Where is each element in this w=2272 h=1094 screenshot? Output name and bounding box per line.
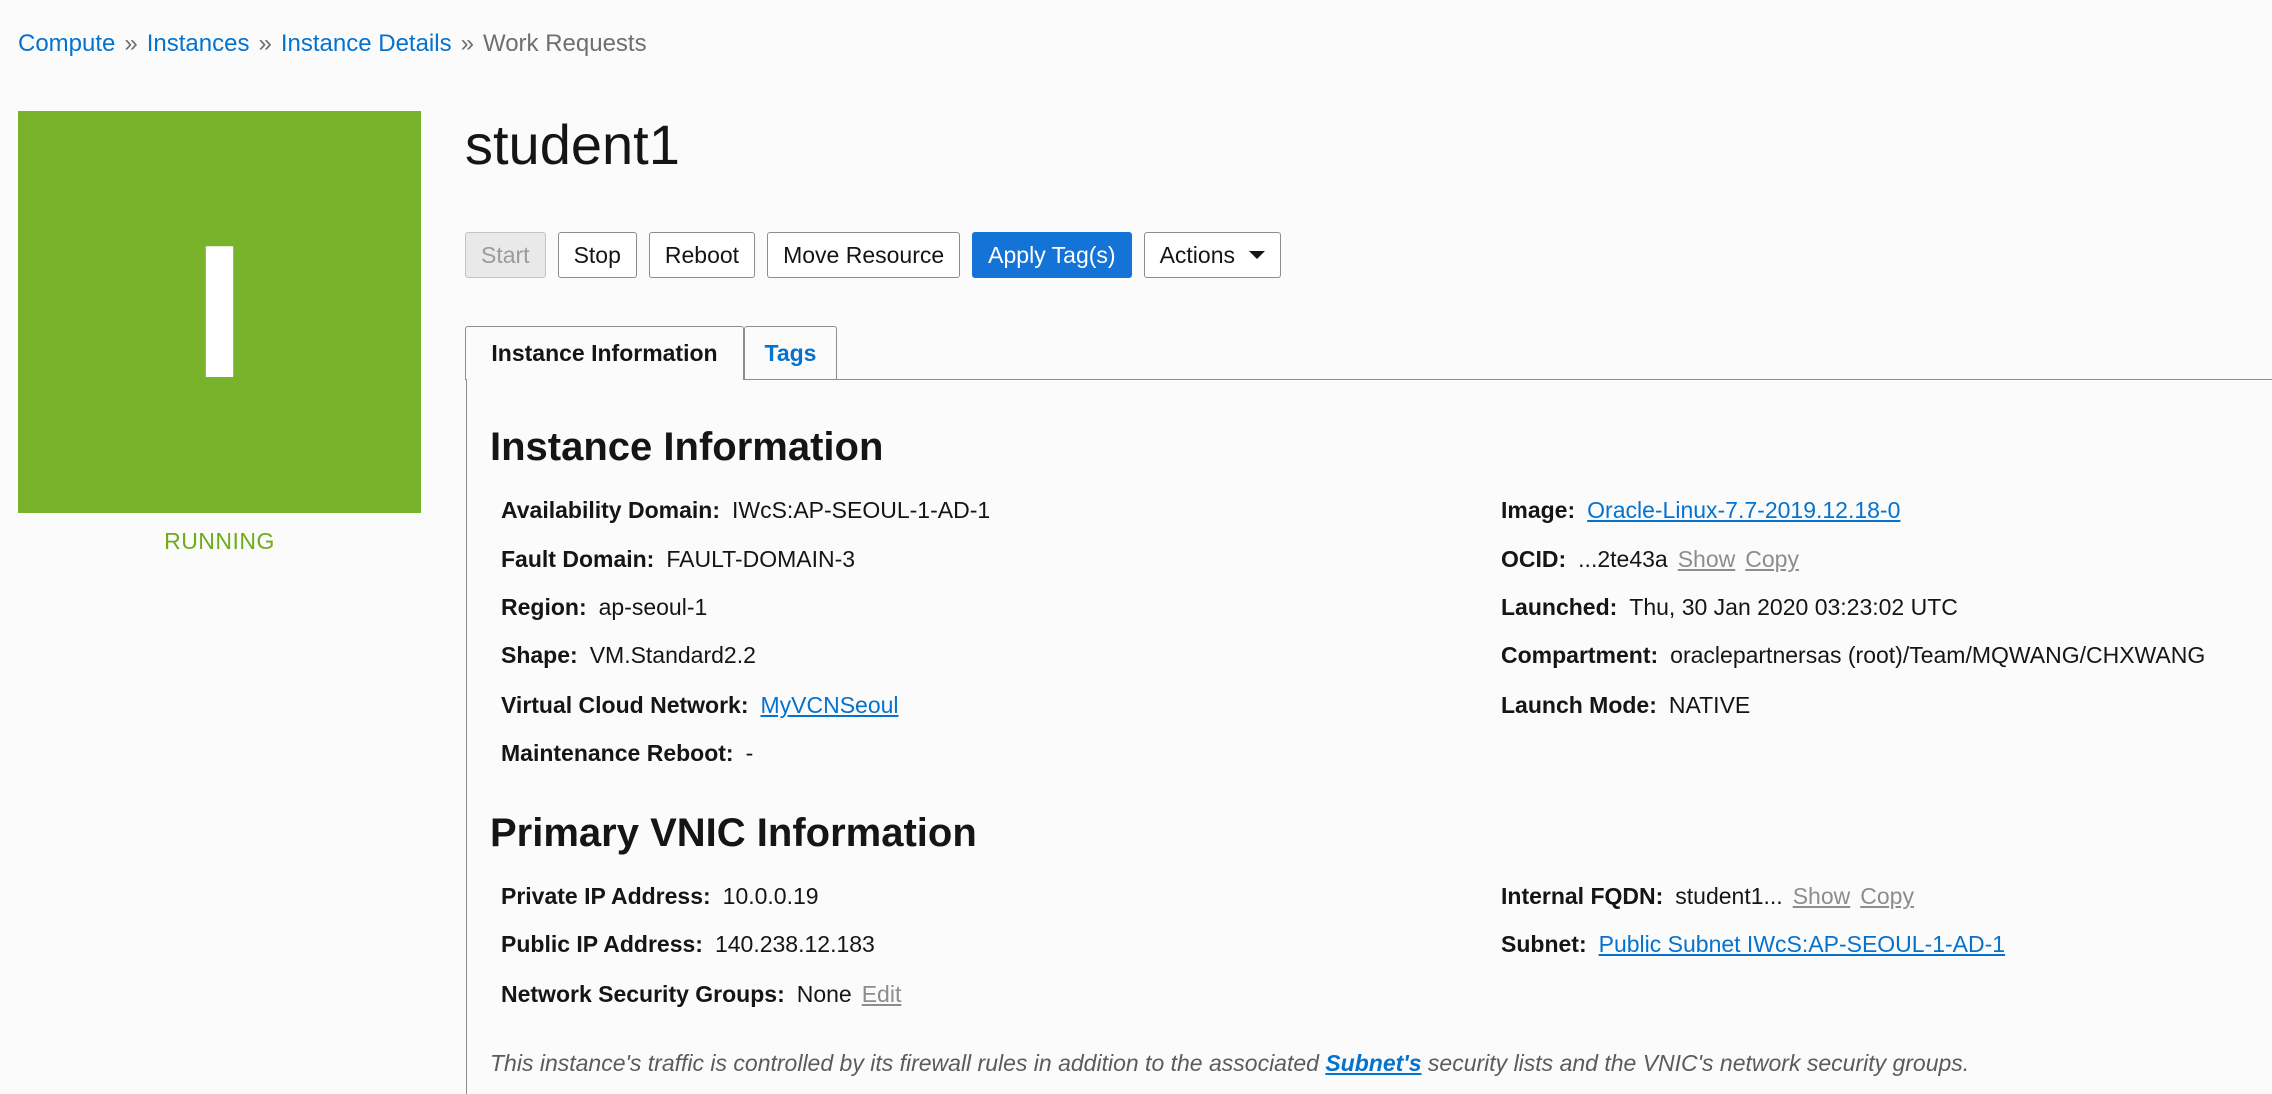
actions-menu-label: Actions <box>1159 241 1236 268</box>
subnet-field: Subnet: Public Subnet IWcS:AP-SEOUL-1-AD-… <box>1501 931 2005 958</box>
field-value: ...2te43a <box>1578 546 1668 572</box>
ocid-show-link[interactable]: Show <box>1678 546 1736 572</box>
subnet-link[interactable]: Public Subnet IWcS:AP-SEOUL-1-AD-1 <box>1599 931 2005 957</box>
breadcrumb-separator: » <box>258 30 272 57</box>
vcn-link[interactable]: MyVCNSeoul <box>761 692 899 718</box>
actions-menu-button[interactable]: Actions <box>1143 232 1282 278</box>
breadcrumb-separator: » <box>460 30 474 57</box>
launch-mode-field: Launch Mode: NATIVE <box>1501 692 1750 719</box>
caret-down-icon <box>1249 251 1266 259</box>
field-label: Availability Domain: <box>501 497 720 523</box>
instance-badge: I <box>18 111 421 513</box>
fqdn-show-link[interactable]: Show <box>1793 883 1851 909</box>
field-label: Virtual Cloud Network: <box>501 692 749 718</box>
field-value: Thu, 30 Jan 2020 03:23:02 UTC <box>1629 594 1958 620</box>
vnic-info-heading: Primary VNIC Information <box>490 811 977 855</box>
maintenance-reboot-field: Maintenance Reboot: - <box>501 740 753 767</box>
field-label: Region: <box>501 594 587 620</box>
availability-domain-field: Availability Domain: IWcS:AP-SEOUL-1-AD-1 <box>501 497 990 524</box>
field-label: Maintenance Reboot: <box>501 740 734 766</box>
content-panel-border <box>466 379 467 1094</box>
field-value: NATIVE <box>1668 692 1751 718</box>
fqdn-copy-link[interactable]: Copy <box>1860 883 1914 909</box>
field-label: Fault Domain: <box>501 546 655 572</box>
tab-bar: Instance Information Tags <box>465 326 2272 380</box>
launched-field: Launched: Thu, 30 Jan 2020 03:23:02 UTC <box>1501 594 1958 621</box>
firewall-note: This instance's traffic is controlled by… <box>490 1050 1969 1077</box>
field-value: oraclepartnersas (root)/Team/MQWANG/CHXW… <box>1670 642 2206 668</box>
field-label: OCID: <box>1501 546 1567 572</box>
reboot-button[interactable]: Reboot <box>648 232 756 278</box>
instance-badge-letter: I <box>193 206 246 418</box>
field-value: 10.0.0.19 <box>722 883 819 909</box>
field-label: Internal FQDN: <box>1501 883 1664 909</box>
instance-info-heading: Instance Information <box>490 425 884 469</box>
page-title: student1 <box>465 113 680 176</box>
field-label: Launched: <box>1501 594 1618 620</box>
note-subnet-link[interactable]: Subnet's <box>1325 1050 1421 1076</box>
field-value: - <box>745 740 754 766</box>
field-value: FAULT-DOMAIN-3 <box>666 546 856 572</box>
note-text-before: This instance's traffic is controlled by… <box>490 1050 1326 1076</box>
breadcrumb-instance-details[interactable]: Instance Details <box>281 30 452 57</box>
field-value: student1... <box>1675 883 1783 909</box>
field-value: None <box>796 981 852 1007</box>
region-field: Region: ap-seoul-1 <box>501 594 707 621</box>
private-ip-field: Private IP Address: 10.0.0.19 <box>501 883 819 910</box>
ocid-copy-link[interactable]: Copy <box>1745 546 1799 572</box>
breadcrumb-compute[interactable]: Compute <box>18 30 115 57</box>
breadcrumb-instances[interactable]: Instances <box>147 30 250 57</box>
image-field: Image: Oracle-Linux-7.7-2019.12.18-0 <box>1501 497 1900 524</box>
breadcrumb: Compute » Instances » Instance Details » Work … <box>18 30 647 58</box>
field-label: Shape: <box>501 642 578 668</box>
tab-tags[interactable]: Tags <box>744 326 837 379</box>
fault-domain-field: Fault Domain: FAULT-DOMAIN-3 <box>501 546 855 573</box>
field-value: ap-seoul-1 <box>598 594 708 620</box>
vcn-field: Virtual Cloud Network: MyVCNSeoul <box>501 692 899 719</box>
shape-field: Shape: VM.Standard2.2 <box>501 642 756 669</box>
field-value: VM.Standard2.2 <box>589 642 756 668</box>
field-label: Subnet: <box>1501 931 1587 957</box>
note-text-after: security lists and the VNIC's network se… <box>1421 1050 1970 1076</box>
public-ip-field: Public IP Address: 140.238.12.183 <box>501 931 875 958</box>
breadcrumb-separator: » <box>124 30 138 57</box>
nsg-edit-link[interactable]: Edit <box>862 981 902 1007</box>
ocid-field: OCID: ...2te43a Show Copy <box>1501 546 1799 573</box>
apply-tags-button[interactable]: Apply Tag(s) <box>972 232 1132 278</box>
field-label: Public IP Address: <box>501 931 703 957</box>
field-label: Image: <box>1501 497 1576 523</box>
image-link[interactable]: Oracle-Linux-7.7-2019.12.18-0 <box>1587 497 1900 523</box>
status-label: RUNNING <box>164 528 275 554</box>
field-label: Launch Mode: <box>1501 692 1657 718</box>
action-toolbar: Start Stop Reboot Move Resource Apply Ta… <box>465 232 1282 278</box>
field-label: Network Security Groups: <box>501 981 785 1007</box>
field-label: Compartment: <box>1501 642 1659 668</box>
tab-instance-information[interactable]: Instance Information <box>465 326 744 380</box>
field-value: IWcS:AP-SEOUL-1-AD-1 <box>731 497 991 523</box>
fqdn-field: Internal FQDN: student1... Show Copy <box>1501 883 1914 910</box>
stop-button[interactable]: Stop <box>557 232 637 278</box>
field-label: Private IP Address: <box>501 883 711 909</box>
nsg-field: Network Security Groups: None Edit <box>501 981 901 1008</box>
breadcrumb-current: Work Requests <box>482 30 647 57</box>
compartment-field: Compartment: oraclepartnersas (root)/Team… <box>1501 642 2205 669</box>
move-resource-button[interactable]: Move Resource <box>767 232 961 278</box>
field-value: 140.238.12.183 <box>714 931 875 957</box>
start-button[interactable]: Start <box>465 232 546 278</box>
